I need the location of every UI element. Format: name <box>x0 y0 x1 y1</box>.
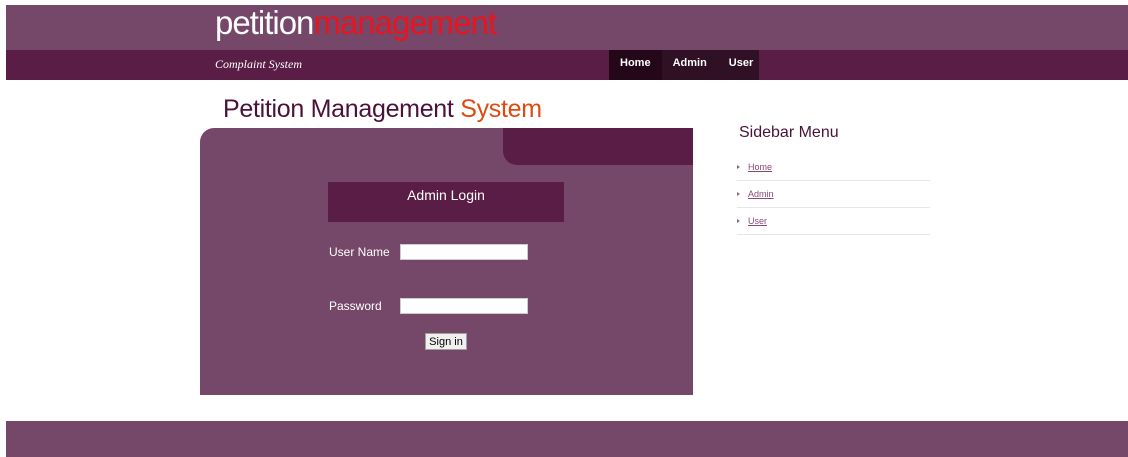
nav-item-user[interactable]: User <box>718 50 764 80</box>
sidebar-title: Sidebar Menu <box>739 124 839 141</box>
sidebar-item-user[interactable]: User <box>737 208 930 235</box>
page-title: Petition Management System <box>223 95 542 124</box>
username-label: User Name <box>329 245 390 259</box>
login-heading: Admin Login <box>328 182 564 222</box>
site-footer <box>6 421 1128 457</box>
login-panel: Admin Login User Name Password Sign in <box>200 128 693 395</box>
panel-corner-tab <box>503 128 693 165</box>
top-nav-menu: Home Admin User <box>609 50 759 80</box>
triangle-right-icon <box>737 165 740 169</box>
sidebar-item-admin[interactable]: Admin <box>737 181 930 208</box>
sidebar-link-admin[interactable]: Admin <box>748 189 774 199</box>
triangle-right-icon <box>737 192 740 196</box>
page-title-accent: System <box>460 95 542 123</box>
sidebar-item-home[interactable]: Home <box>737 154 930 181</box>
nav-item-admin[interactable]: Admin <box>662 50 718 80</box>
sidebar-link-user[interactable]: User <box>748 216 767 226</box>
nav-item-home[interactable]: Home <box>609 50 662 80</box>
site-header: petitionmanagement <box>6 5 1128 50</box>
top-navbar: Complaint System Home Admin User <box>6 50 1128 80</box>
sidebar-menu: Home Admin User <box>737 154 930 235</box>
sidebar-link-home[interactable]: Home <box>748 162 772 172</box>
username-input[interactable] <box>400 244 528 260</box>
sign-in-button[interactable]: Sign in <box>425 333 467 350</box>
triangle-right-icon <box>737 219 740 223</box>
site-tagline: Complaint System <box>215 57 302 71</box>
page-title-main: Petition Management <box>223 95 461 123</box>
logo-text-management: management <box>313 4 497 41</box>
logo-text-petition: petition <box>215 4 314 41</box>
password-input[interactable] <box>400 298 528 314</box>
site-logo[interactable]: petitionmanagement <box>215 4 497 41</box>
password-label: Password <box>329 299 382 313</box>
